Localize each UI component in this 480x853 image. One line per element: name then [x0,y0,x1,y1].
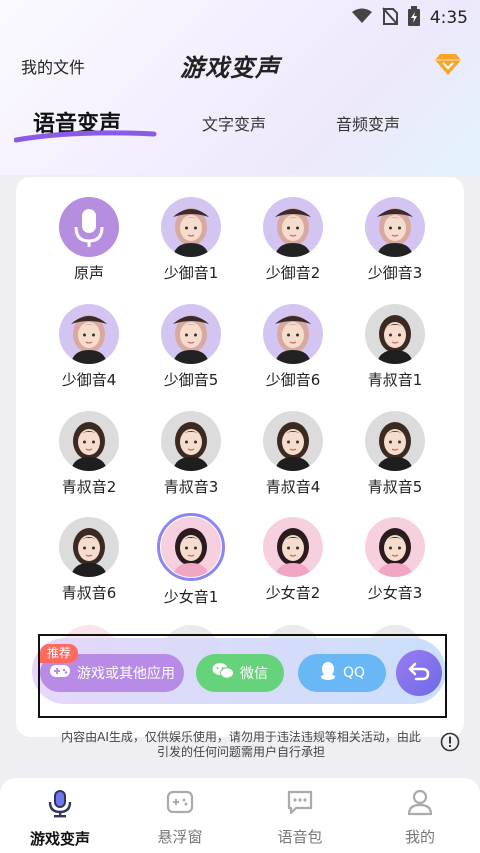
nav-label: 语音包 [277,828,323,846]
voice-option[interactable]: 青叔音3 [141,411,241,511]
nav-voice-pack[interactable]: 语音包 [252,788,348,847]
voice-avatar [161,197,221,257]
person-icon [406,789,434,820]
page-title: 游戏变声 [180,54,280,82]
voice-option[interactable]: 青叔音1 [345,304,445,404]
voice-avatar [365,411,425,471]
highlight-outline [38,634,447,718]
voice-option[interactable]: 少御音2 [243,197,343,297]
nav-profile[interactable]: 我的 [372,788,468,847]
voice-option[interactable]: 原声 [39,197,139,297]
tab-audio-change[interactable]: 音频变声 [336,111,400,135]
nav-label: 游戏变声 [29,830,90,848]
voice-avatar [263,517,323,577]
voice-label: 青叔音5 [367,478,423,496]
status-time: 4:35 [429,8,468,28]
voice-option[interactable]: 少女音3 [345,517,445,617]
mic-icon [46,790,74,822]
voice-option[interactable]: 青叔音4 [243,411,343,511]
voice-avatar [263,304,323,364]
voice-label: 青叔音4 [265,478,321,496]
app-header: 我的文件 游戏变声 [0,44,480,88]
voice-label: 少御音2 [265,264,321,282]
chat-bubble-icon [286,790,314,820]
active-tab-underline [14,130,157,143]
voice-label: 原声 [73,264,104,282]
voice-label: 少御音1 [163,264,219,282]
no-sim-icon [382,7,398,29]
voice-option[interactable]: 青叔音2 [39,411,139,511]
voice-avatar [59,517,119,577]
voice-avatar [161,411,221,471]
voice-avatar [59,304,119,364]
voice-label: 青叔音2 [61,478,117,496]
voice-option[interactable]: 少御音3 [345,197,445,297]
voice-option[interactable]: 少御音4 [39,304,139,404]
nav-game-voice[interactable]: 游戏变声 [12,788,108,849]
voice-label: 少御音5 [163,371,219,389]
voice-option[interactable]: 青叔音5 [345,411,445,511]
voice-avatar [263,411,323,471]
voice-option[interactable]: 青叔音6 [39,517,139,617]
ai-disclaimer: 内容由AI生成，仅供娱乐使用，请勿用于违法违规等相关活动，由此引发的任何问题需用… [61,730,421,759]
voice-option[interactable]: 少女音1 [141,513,241,617]
bottom-navigation: 游戏变声 悬浮窗 语音包 我的 [0,778,480,853]
voice-label: 少女音2 [265,584,321,602]
nav-floating-window[interactable]: 悬浮窗 [132,788,228,847]
tab-text-change[interactable]: 文字变声 [202,111,266,135]
wifi-icon [351,8,372,28]
voice-option[interactable]: 少御音5 [141,304,241,404]
battery-icon [407,6,420,30]
voice-option[interactable]: 少御音6 [243,304,343,404]
voice-label: 青叔音1 [367,371,423,389]
voice-option[interactable]: 少御音1 [141,197,241,297]
voice-label: 少御音6 [265,371,321,389]
voice-avatar [365,517,425,577]
voice-label: 少女音1 [163,588,219,606]
voice-avatar [59,411,119,471]
voice-label: 少御音3 [367,264,423,282]
microphone-icon [59,197,119,257]
vip-diamond-icon[interactable] [434,52,462,80]
nav-label: 我的 [404,828,435,846]
voice-avatar [161,517,221,577]
voice-avatar [365,197,425,257]
voice-label: 青叔音6 [61,584,117,602]
status-bar: 4:35 [0,0,480,34]
voice-avatar [161,304,221,364]
my-files-link[interactable]: 我的文件 [21,54,85,78]
voice-label: 青叔音3 [163,478,219,496]
gamepad-icon [166,790,194,820]
nav-label: 悬浮窗 [157,828,203,846]
voice-label: 少女音3 [367,584,423,602]
voice-avatar [365,304,425,364]
info-icon[interactable] [440,732,460,756]
voice-avatar [263,197,323,257]
voice-label: 少御音4 [61,371,117,389]
voice-option[interactable]: 少女音2 [243,517,343,617]
